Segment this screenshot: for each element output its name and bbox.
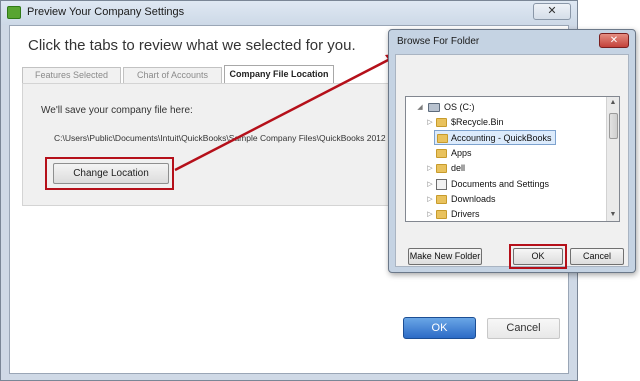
tree-item-accounting-quickbooks[interactable]: Accounting - QuickBooks [434, 130, 556, 145]
collapsed-arrow-icon[interactable]: ▷ [426, 207, 434, 221]
collapsed-arrow-icon[interactable]: ▷ [426, 161, 434, 176]
expanded-arrow-icon[interactable]: ◢ [416, 100, 424, 115]
scroll-up-arrow-icon[interactable]: ▲ [607, 97, 619, 109]
scrollbar-thumb[interactable] [609, 113, 618, 139]
folder-icon [436, 118, 447, 127]
folder-icon [436, 210, 447, 219]
browse-for-folder-dialog: Browse For Folder ✕ ◢ OS (C:) ▷ $Recycle… [388, 29, 636, 273]
folder-icon [436, 164, 447, 173]
folder-icon [436, 195, 447, 204]
folder-tree[interactable]: ◢ OS (C:) ▷ $Recycle.Bin Accounting - Qu… [405, 96, 620, 222]
make-new-folder-button[interactable]: Make New Folder [408, 248, 482, 265]
collapsed-arrow-icon[interactable]: ▷ [426, 115, 434, 130]
window-title: Preview Your Company Settings [27, 6, 185, 18]
close-window-button[interactable]: ✕ [533, 3, 571, 20]
browse-dialog-close-button[interactable]: ✕ [599, 33, 629, 48]
title-bar: Preview Your Company Settings ✕ [1, 1, 577, 25]
tree-item-label: Documents and Settings [451, 179, 550, 189]
cancel-button[interactable]: Cancel [487, 318, 560, 339]
tree-item-label: dell [451, 163, 466, 173]
folder-icon [436, 149, 447, 158]
ok-button[interactable]: OK [403, 317, 476, 339]
tree-item-label: OS (C:) [444, 102, 475, 112]
tree-item-label: Drivers [451, 209, 480, 219]
tree-item-label: $Recycle.Bin [451, 117, 504, 127]
ok-button-highlight [509, 244, 567, 269]
drive-icon [428, 103, 440, 112]
shortcut-folder-icon [436, 179, 447, 190]
browse-cancel-button[interactable]: Cancel [570, 248, 624, 265]
browse-dialog-title: Browse For Folder [397, 36, 480, 47]
quickbooks-app-icon [7, 6, 21, 19]
tree-item-label: Accounting - QuickBooks [451, 133, 552, 143]
tree-item-label: Apps [451, 148, 472, 158]
folder-icon [437, 134, 448, 143]
tree-item-label: Downloads [451, 194, 496, 204]
tree-scrollbar[interactable]: ▲ ▼ [606, 97, 619, 221]
scroll-down-arrow-icon[interactable]: ▼ [607, 209, 619, 221]
browse-dialog-body: ◢ OS (C:) ▷ $Recycle.Bin Accounting - Qu… [395, 54, 629, 269]
collapsed-arrow-icon[interactable]: ▷ [426, 192, 434, 207]
collapsed-arrow-icon[interactable]: ▷ [426, 177, 434, 192]
